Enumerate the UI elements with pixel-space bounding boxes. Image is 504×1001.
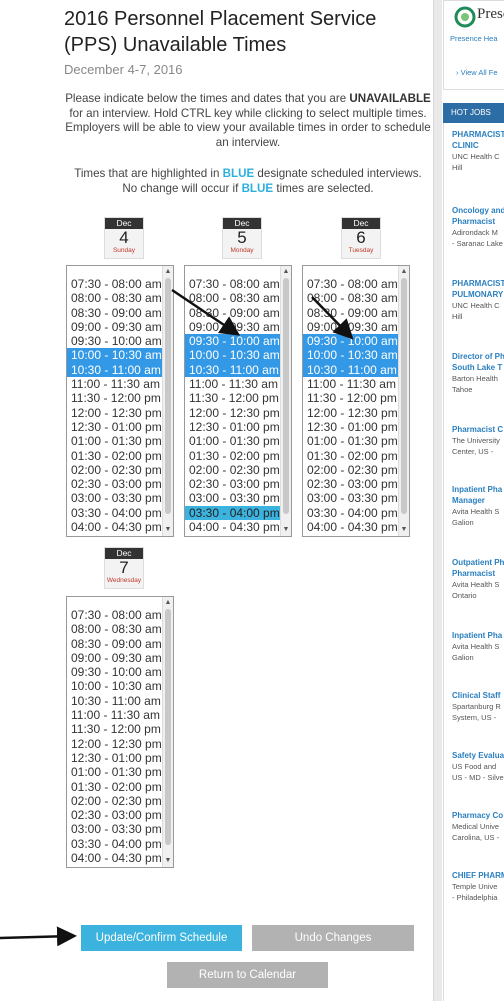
- job-title[interactable]: PHARMACIST: [452, 129, 504, 140]
- job-title[interactable]: Pharmacy Co: [452, 810, 504, 821]
- hot-job-item[interactable]: Pharmacist C The University Center, US -: [452, 424, 504, 457]
- job-location: UNC Health C: [452, 301, 500, 310]
- main-content: 2016 Personnel Placement Service (PPS) U…: [0, 0, 432, 1001]
- arrow-to-dec-6: [311, 296, 354, 340]
- job-location: Avita Health S: [452, 507, 500, 516]
- job-title[interactable]: Outpatient Ph: [452, 557, 504, 568]
- job-title[interactable]: Clinical Staff: [452, 690, 504, 701]
- hot-job-item[interactable]: Pharmacy Co Medical Unive Carolina, US -: [452, 810, 504, 843]
- job-title[interactable]: Pharmacist: [452, 216, 504, 227]
- job-title[interactable]: Inpatient Pha: [452, 630, 504, 641]
- job-location: System, US -: [452, 713, 497, 722]
- hot-job-item[interactable]: PHARMACIST PULMONARY UNC Health C Hill: [452, 278, 504, 322]
- hot-job-item[interactable]: Director of Ph South Lake T Barton Health T…: [452, 351, 504, 395]
- job-location: Avita Health S: [452, 580, 500, 589]
- job-title[interactable]: South Lake T: [452, 362, 504, 373]
- annotation-arrows: [0, 288, 354, 947]
- job-location: Avita Health S: [452, 642, 500, 651]
- job-location: Hill: [452, 312, 463, 321]
- job-location: UNC Health C: [452, 152, 500, 161]
- job-location: Barton Health: [452, 374, 498, 383]
- hot-job-item[interactable]: CHIEF PHARM Temple Unive - Philadelphia: [452, 870, 504, 903]
- job-title[interactable]: CLINIC: [452, 140, 504, 151]
- hot-jobs-list: PHARMACIST CLINIC UNC Health C Hill Oncology…: [443, 123, 504, 1001]
- job-location: - Saranac Lake: [452, 239, 503, 248]
- arrow-to-update-button: [0, 926, 77, 947]
- job-location: The University: [452, 436, 500, 445]
- job-location: - Philadelphia: [452, 893, 498, 902]
- hot-job-item[interactable]: Safety Evalua US Food and US - MD - Silve: [452, 750, 504, 783]
- job-location: Center, US -: [452, 447, 494, 456]
- hot-job-item[interactable]: Clinical Staff Spartanburg R System, US -: [452, 690, 504, 723]
- sponsor-link[interactable]: Presence Hea: [450, 34, 498, 43]
- job-title[interactable]: Director of Ph: [452, 351, 504, 362]
- hot-jobs-header: HOT JOBS: [443, 103, 504, 123]
- hot-job-item[interactable]: Outpatient Ph Pharmacist Avita Health S Ont…: [452, 557, 504, 601]
- job-title[interactable]: CHIEF PHARM: [452, 870, 504, 881]
- view-all-label: View All Fe: [460, 68, 498, 77]
- presence-logo-icon: [454, 6, 476, 28]
- job-title[interactable]: Inpatient Pha: [452, 484, 504, 495]
- job-title[interactable]: Manager: [452, 495, 504, 506]
- job-location: US Food and: [452, 762, 497, 771]
- hot-job-item[interactable]: Oncology and Pharmacist Adirondack M - Sara…: [452, 205, 504, 249]
- job-title[interactable]: PULMONARY: [452, 289, 504, 300]
- job-location: US - MD - Silve: [452, 773, 504, 782]
- job-location: Carolina, US -: [452, 833, 500, 842]
- job-location: Hill: [452, 163, 463, 172]
- job-location: Spartanburg R: [452, 702, 501, 711]
- job-title[interactable]: Pharmacist C: [452, 424, 504, 435]
- sponsor-logo-text[interactable]: Prese: [477, 6, 504, 23]
- column-separator: [433, 0, 442, 1001]
- job-title[interactable]: Oncology and: [452, 205, 504, 216]
- job-location: Medical Unive: [452, 822, 500, 831]
- job-location: Adirondack M: [452, 228, 498, 237]
- arrow-to-dec-5: [171, 288, 241, 336]
- view-all-link[interactable]: › View All Fe: [456, 68, 498, 77]
- hot-job-item[interactable]: PHARMACIST CLINIC UNC Health C Hill: [452, 129, 504, 173]
- job-location: Temple Unive: [452, 882, 498, 891]
- job-title[interactable]: Pharmacist: [452, 568, 504, 579]
- job-location: Tahoe: [452, 385, 473, 394]
- hot-job-item[interactable]: Inpatient Pha Avita Health S Galion: [452, 630, 504, 663]
- job-location: Galion: [452, 518, 474, 527]
- hot-job-item[interactable]: Inpatient Pha Manager Avita Health S Galion: [452, 484, 504, 528]
- job-location: Galion: [452, 653, 474, 662]
- job-location: Ontario: [452, 591, 477, 600]
- job-title[interactable]: Safety Evalua: [452, 750, 504, 761]
- job-title[interactable]: PHARMACIST: [452, 278, 504, 289]
